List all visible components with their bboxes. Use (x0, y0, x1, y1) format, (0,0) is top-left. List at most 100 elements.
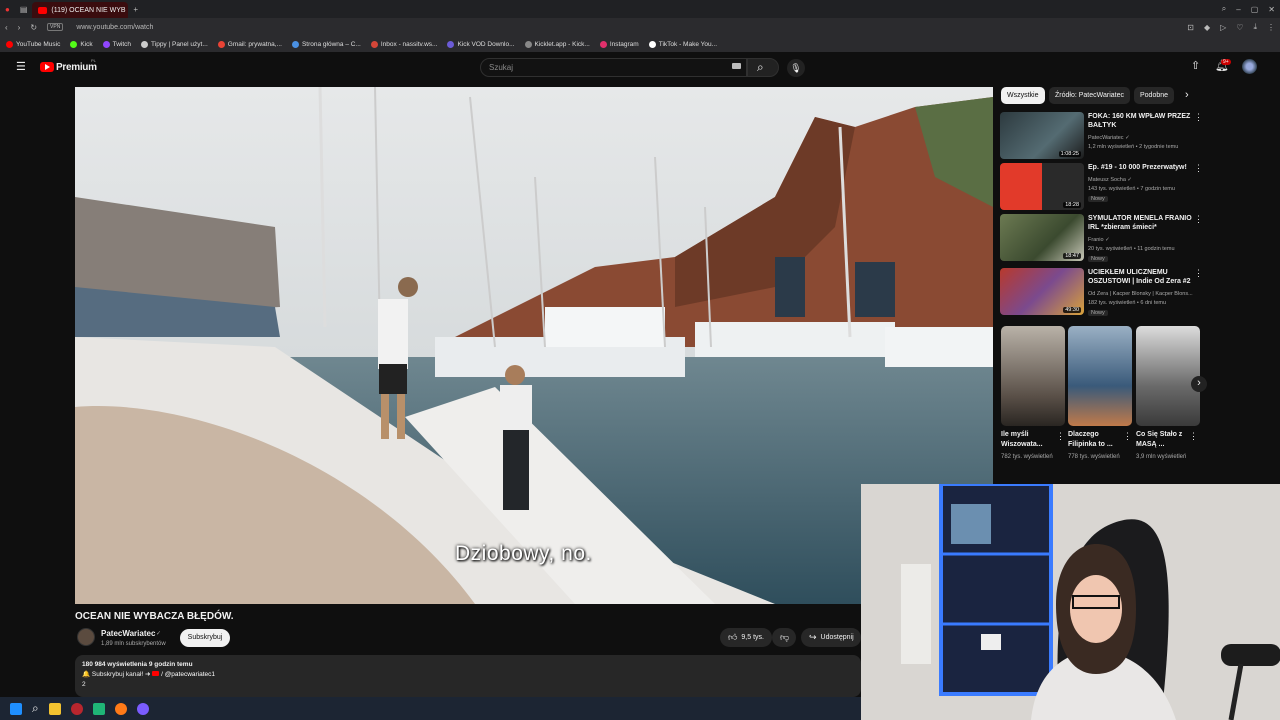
bookmark-label: Strona główna – C... (301, 40, 361, 48)
play-icon[interactable]: ▷ (1220, 23, 1226, 32)
search-icon[interactable]: ⌕ (32, 701, 39, 716)
thumbs-down-icon: 👎︎ (780, 632, 790, 642)
windows-start-icon[interactable] (10, 702, 22, 715)
video-thumbnail[interactable]: 1:08:25 (1000, 112, 1084, 159)
file-explorer-icon[interactable] (48, 702, 61, 715)
new-tab-icon[interactable]: + (133, 5, 138, 14)
description-subscribe-text: 🔔 Subskrybuj kanał! ➜ (82, 671, 153, 678)
description-line: 🔔 Subskrybuj kanał! ➜ / @patecwariatec1 (82, 670, 854, 680)
share-button[interactable]: ↪ Udostępnij (801, 628, 861, 647)
short-title[interactable]: Co Się Stało z MASĄ ... (1136, 430, 1192, 450)
video-thumbnail[interactable]: 18:47 (1000, 214, 1084, 261)
bookmark-item[interactable]: Inbox - nassitv.ws... (370, 40, 438, 48)
recommendation-item[interactable]: 18:47 SYMULATOR MENELA FRANIO IRL *zbier… (1000, 214, 1203, 262)
more-options-icon[interactable]: ⋮ (1189, 431, 1198, 442)
channel-avatar[interactable] (77, 628, 95, 646)
green-app-icon[interactable] (92, 702, 105, 715)
url-field[interactable]: www.youtube.com/watch (76, 24, 153, 31)
keyboard-icon[interactable] (732, 63, 741, 69)
bookmark-item[interactable]: TikTok - Make You... (648, 40, 717, 48)
short-thumbnail[interactable] (1068, 326, 1132, 426)
more-options-icon[interactable]: ⋮ (1194, 268, 1203, 279)
bookmark-label: Gmail: prywatna,... (227, 40, 282, 48)
recommendation-stats: 20 tys. wyświetleń • 11 godzin temu (1088, 246, 1175, 252)
bookmark-item[interactable]: Gmail: prywatna,... (217, 40, 282, 48)
bookmark-label: Inbox - nassitv.ws... (380, 40, 438, 48)
bookmark-favicon-icon (447, 40, 455, 48)
heart-icon[interactable]: ♡ (1236, 23, 1243, 32)
bookmark-item[interactable]: Instagram (599, 40, 639, 48)
bookmark-item[interactable]: Tippy | Panel użyt... (141, 40, 208, 48)
microphone-icon[interactable]: 🎙︎ (787, 59, 805, 77)
recommendation-item[interactable]: 1:08:25 FOKA: 160 KM WPŁAW PRZEZ BAŁTYK … (1000, 112, 1203, 160)
search-tabs-icon[interactable]: ⌕ (1222, 4, 1226, 14)
video-thumbnail[interactable]: 18:28 (1000, 163, 1084, 210)
forward-icon[interactable]: › (18, 23, 21, 32)
dislike-button[interactable]: 👎︎ (772, 628, 796, 647)
tab-menu-icon[interactable]: ▤ (20, 5, 28, 14)
shorts-next-icon[interactable]: › (1191, 376, 1207, 392)
hamburger-menu-icon[interactable]: ☰ (16, 60, 26, 73)
bookmark-item[interactable]: Twitch (102, 40, 131, 48)
browser-logo-icon[interactable]: ● (5, 5, 10, 14)
video-player[interactable]: Dziobowy, no. (75, 87, 993, 604)
browser-app-icon[interactable] (70, 702, 83, 715)
maximize-icon[interactable]: ▢ (1251, 5, 1259, 14)
description-box[interactable]: 180 984 wyświetlenia 9 godzin temu 🔔 Sub… (75, 655, 861, 697)
chip-all[interactable]: Wszystkie (1001, 87, 1045, 104)
tab-active[interactable]: (119) OCEAN NIE WYB (32, 2, 129, 18)
back-icon[interactable]: ‹ (5, 23, 8, 32)
like-button[interactable]: 👍︎ 9,5 tys. (720, 628, 772, 647)
account-avatar[interactable] (1242, 59, 1257, 74)
recommendation-item[interactable]: 49:30 UCIEKŁEM ULICZNEMU OSZUSTOWI | Ind… (1000, 268, 1203, 316)
create-icon[interactable]: ⇧ (1191, 59, 1200, 72)
video-thumbnail[interactable]: 49:30 (1000, 268, 1084, 315)
chevron-right-icon[interactable]: › (1185, 89, 1189, 101)
webcam-overlay (861, 484, 1280, 720)
description-channel-link[interactable]: / @patecwariatec1 (161, 671, 215, 678)
short-views: 782 tys. wyświetleń (1001, 454, 1053, 460)
short-title[interactable]: Dlaczego Filipinka to ... (1068, 430, 1124, 450)
download-icon[interactable]: ⤓ (1253, 22, 1257, 32)
chip-related[interactable]: Podobne (1134, 87, 1175, 104)
shield-icon[interactable]: ◆ (1204, 23, 1210, 32)
more-options-icon[interactable]: ⋮ (1194, 214, 1203, 225)
search-button[interactable]: ⌕ (747, 58, 779, 77)
firefox-icon[interactable] (114, 702, 127, 715)
messenger-icon[interactable] (136, 702, 149, 715)
recommendation-item[interactable]: 18:28 Ep. #19 - 10 000 Prezerwatyw! Mate… (1000, 163, 1203, 211)
search-input[interactable]: Szukaj (480, 58, 747, 77)
more-options-icon[interactable]: ⋮ (1194, 163, 1203, 174)
bookmark-item[interactable]: Strona główna – C... (291, 40, 361, 48)
bookmark-item[interactable]: Kick (70, 40, 93, 48)
short-thumbnail[interactable] (1136, 326, 1200, 426)
recommendation-stats: 143 tys. wyświetleń • 7 godzin temu (1088, 186, 1175, 192)
recommendation-title: SYMULATOR MENELA FRANIO IRL *zbieram śmi… (1088, 215, 1192, 231)
youtube-logo-icon[interactable] (40, 62, 54, 72)
duration-badge: 18:28 (1063, 202, 1081, 208)
browser-tab-bar: ● ▤ (119) OCEAN NIE WYB + ⌕ – ▢ ✕ (0, 0, 1280, 18)
os-taskbar: ⌕ (0, 697, 861, 720)
bookmark-item[interactable]: YouTube Music (6, 40, 60, 48)
new-badge: Nowy (1088, 196, 1108, 202)
reload-icon[interactable]: ↻ (30, 23, 37, 32)
bookmark-icon[interactable]: ⊡ (1187, 23, 1194, 32)
extensions-icon[interactable]: ⋮ (1267, 23, 1275, 32)
chip-source[interactable]: Źródło: PatecWariatec (1049, 87, 1130, 104)
more-options-icon[interactable]: ⋮ (1123, 431, 1132, 442)
bookmark-favicon-icon (648, 40, 656, 48)
channel-name[interactable]: PatecWariatec (101, 629, 155, 638)
more-options-icon[interactable]: ⋮ (1056, 431, 1065, 442)
short-thumbnail[interactable] (1001, 326, 1065, 426)
bookmark-item[interactable]: Kick VOD Downlo... (447, 40, 515, 48)
short-title[interactable]: Ile myśli Wiszowata... (1001, 430, 1057, 450)
bookmark-item[interactable]: Kicklet.app - Kick... (524, 40, 590, 48)
subscribe-button[interactable]: Subskrybuj (180, 629, 230, 647)
duration-badge: 1:08:25 (1058, 151, 1081, 157)
more-options-icon[interactable]: ⋮ (1194, 112, 1203, 123)
vpn-badge-icon[interactable]: VPN (47, 23, 64, 31)
logo-text[interactable]: Premium (56, 62, 97, 73)
close-window-icon[interactable]: ✕ (1268, 5, 1275, 14)
minimize-icon[interactable]: – (1236, 5, 1240, 14)
bookmark-favicon-icon (599, 40, 607, 48)
